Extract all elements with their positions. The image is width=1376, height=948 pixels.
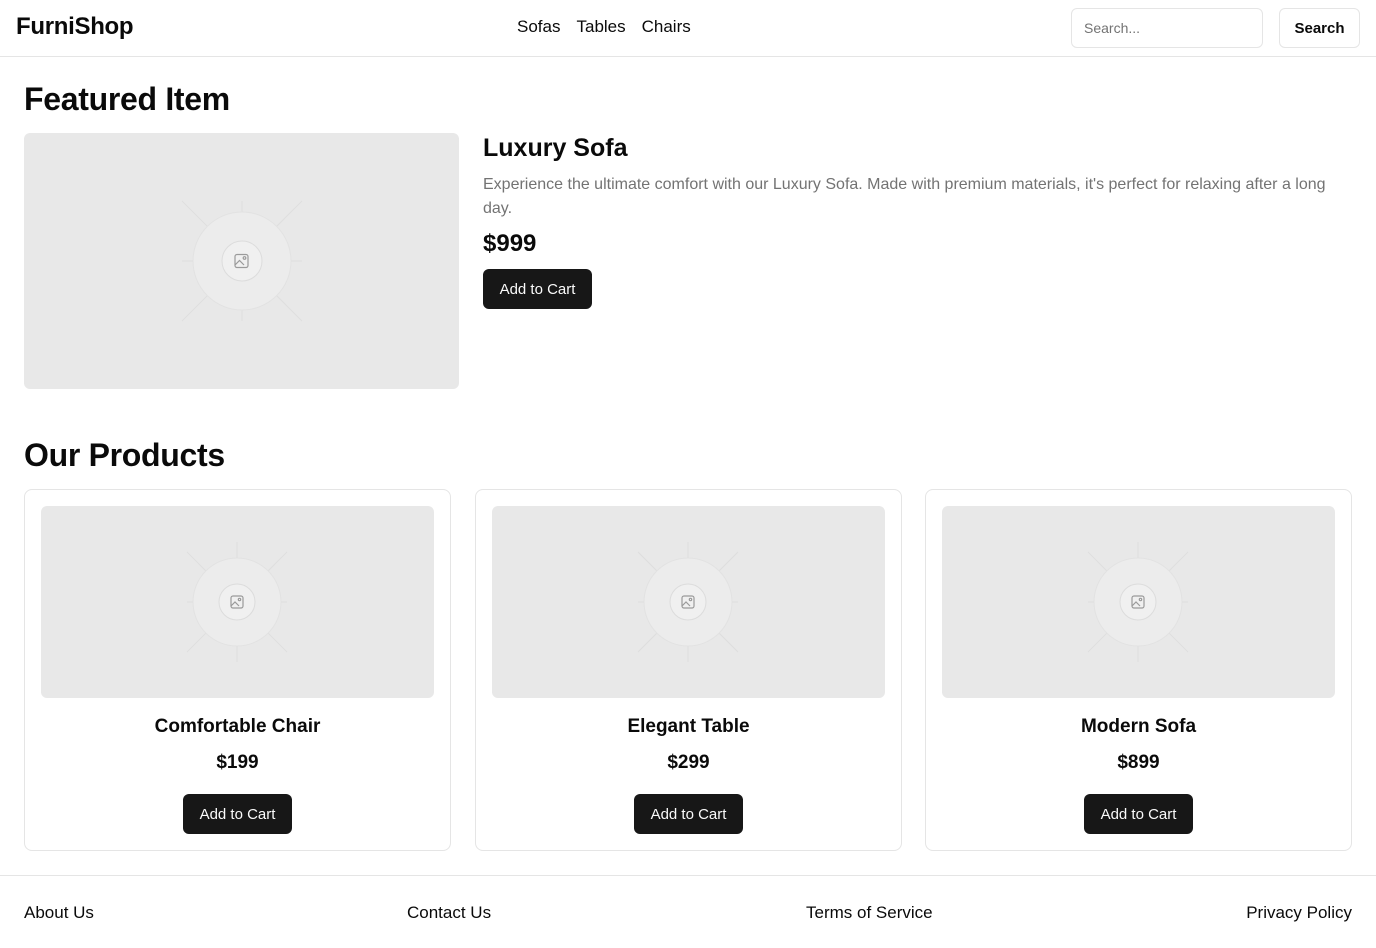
product-name: Comfortable Chair <box>154 716 321 737</box>
footer-link-privacy[interactable]: Privacy Policy <box>1246 903 1352 923</box>
footer-link-contact[interactable]: Contact Us <box>407 903 491 923</box>
image-placeholder-icon <box>181 200 303 322</box>
brand-logo[interactable]: FurniShop <box>16 13 134 41</box>
product-price: $299 <box>667 752 710 773</box>
image-placeholder-icon <box>637 542 739 662</box>
site-header: FurniShop Sofas Tables Chairs Search <box>0 0 1376 57</box>
nav-link-chairs[interactable]: Chairs <box>642 17 691 37</box>
nav-link-sofas[interactable]: Sofas <box>517 17 560 37</box>
product-image <box>942 506 1335 698</box>
product-image <box>41 506 434 698</box>
footer-link-about[interactable]: About Us <box>24 903 94 923</box>
product-price: $899 <box>1117 752 1160 773</box>
product-card-chair: Comfortable Chair $199 Add to Cart <box>24 489 451 851</box>
main-nav: Sofas Tables Chairs <box>517 17 691 37</box>
product-card-sofa: Modern Sofa $899 Add to Cart <box>925 489 1352 851</box>
search-button[interactable]: Search <box>1279 8 1360 48</box>
image-placeholder-icon <box>186 542 288 662</box>
featured-image <box>24 133 459 389</box>
product-price: $199 <box>216 752 259 773</box>
image-placeholder-icon <box>1087 542 1189 662</box>
featured-add-to-cart-button[interactable]: Add to Cart <box>483 269 592 309</box>
products-heading: Our Products <box>24 437 225 473</box>
product-card-table: Elegant Table $299 Add to Cart <box>475 489 902 851</box>
featured-title: Luxury Sofa <box>483 134 628 162</box>
featured-price: $999 <box>483 230 537 257</box>
product-name: Elegant Table <box>627 716 750 737</box>
product-image <box>492 506 885 698</box>
site-footer: About Us Contact Us Terms of Service Pri… <box>0 875 1376 948</box>
search-input[interactable] <box>1071 8 1263 48</box>
add-to-cart-button[interactable]: Add to Cart <box>183 794 292 834</box>
add-to-cart-button[interactable]: Add to Cart <box>634 794 743 834</box>
add-to-cart-button[interactable]: Add to Cart <box>1084 794 1193 834</box>
product-name: Modern Sofa <box>1080 716 1197 737</box>
featured-description: Experience the ultimate comfort with our… <box>483 176 1326 217</box>
footer-link-terms[interactable]: Terms of Service <box>806 903 933 923</box>
featured-heading: Featured Item <box>24 81 230 117</box>
nav-link-tables[interactable]: Tables <box>576 17 625 37</box>
